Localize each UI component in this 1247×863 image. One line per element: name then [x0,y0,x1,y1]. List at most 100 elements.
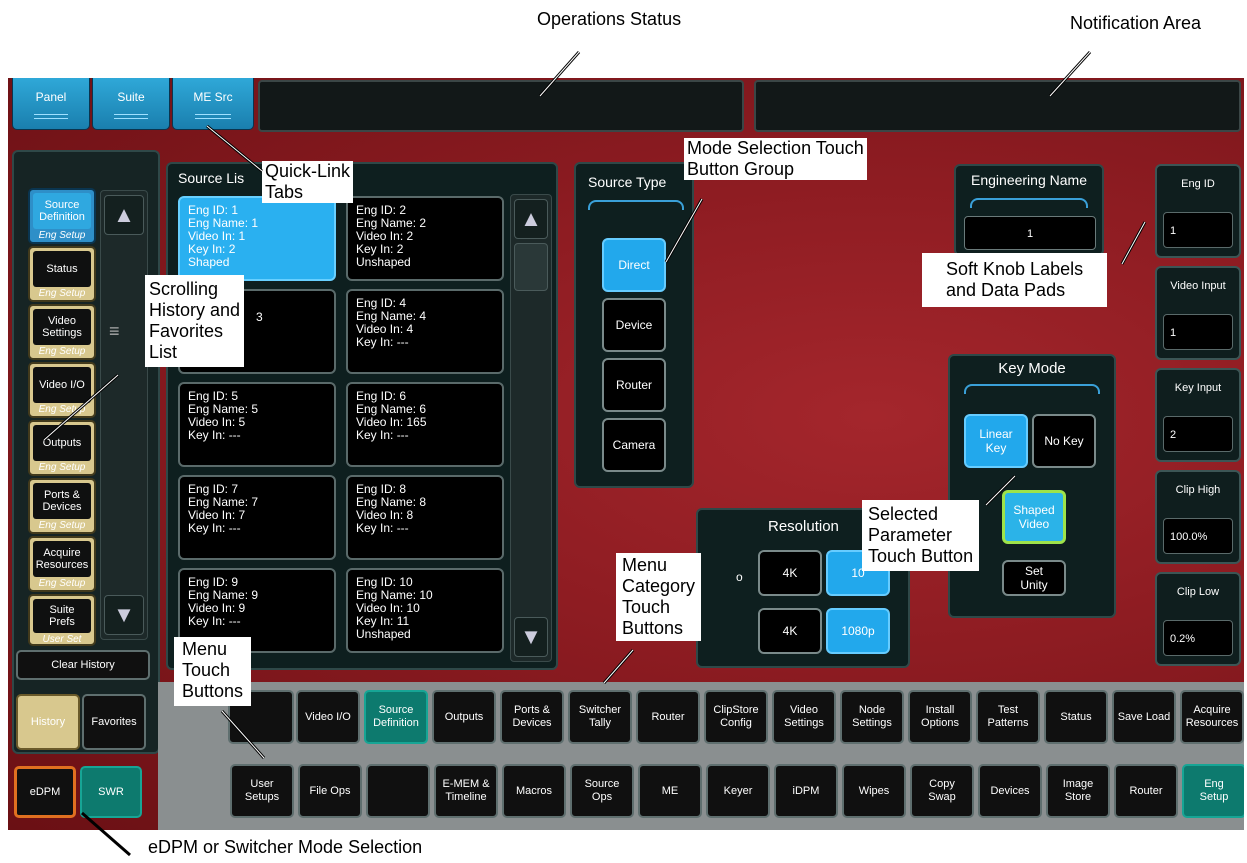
resolution-1080p-button[interactable]: 1080p [826,608,890,654]
operations-status-bar [258,80,744,132]
menu-keyer[interactable]: Keyer [706,764,770,818]
soft-knob-clip-low[interactable]: Clip Low 0.2% [1155,572,1241,666]
history-item-suite-prefs[interactable]: Suite Prefs User Set [28,594,96,646]
soft-knob-callout: Soft Knob Labels and Data Pads [922,253,1108,307]
menu-copy-swap[interactable]: Copy Swap [910,764,974,818]
source-button-10[interactable]: Eng ID: 10 Eng Name: 10 Video In: 10 Key… [346,568,504,653]
menu-category-source-definition[interactable]: Source Definition [364,690,428,744]
history-tab[interactable]: History [16,694,80,750]
menu-category-install-options[interactable]: Install Options [908,690,972,744]
source-scroll-down-icon[interactable]: ▼ [514,617,548,657]
history-item-ports-devices[interactable]: Ports & Devices Eng Setup [28,478,96,534]
edpm-mode-button[interactable]: eDPM [14,766,76,818]
key-none-button[interactable]: No Key [1032,414,1096,468]
history-item-source-definition[interactable]: Source Definition Eng Setup [28,188,96,244]
soft-knob-video-input[interactable]: Video Input 1 [1155,266,1241,360]
menu-ememory-timeline[interactable]: E-MEM & Timeline [434,764,498,818]
engineering-name-field[interactable]: 1 [964,216,1096,250]
notification-area-bar [754,80,1241,132]
menu-wipes[interactable]: Wipes [842,764,906,818]
menu-screen: Panel Suite ME Src Source Definition Eng… [8,78,1244,830]
menu-devices[interactable]: Devices [978,764,1042,818]
scroll-down-icon[interactable]: ▼ [104,595,144,635]
history-item-outputs[interactable]: Outputs Eng Setup [28,420,96,476]
history-scrollbar[interactable]: ▲ ≡ ▼ [100,190,148,640]
source-type-title: Source Type [588,174,667,190]
source-button-1[interactable]: Eng ID: 1 Eng Name: 1 Video In: 1 Key In… [178,196,336,281]
source-button-6[interactable]: Eng ID: 6 Eng Name: 6 Video In: 165 Key … [346,382,504,467]
source-list-scrollbar[interactable]: ▲ ▼ [510,194,552,662]
source-list-title: Source Lis [178,170,245,186]
menu-category-router[interactable]: Router [636,690,700,744]
menu-category-test-patterns[interactable]: Test Patterns [976,690,1040,744]
menu-category-outputs[interactable]: Outputs [432,690,496,744]
key-linear-button[interactable]: Linear Key [964,414,1028,468]
tab-panel[interactable]: Panel [12,78,90,130]
edpm-mode-label: eDPM or Switcher Mode Selection [148,837,423,857]
menu-category-status[interactable]: Status [1044,690,1108,744]
menu-macros[interactable]: Macros [502,764,566,818]
clear-history-button[interactable]: Clear History [16,650,150,680]
notification-area-label: Notification Area [1070,13,1202,33]
source-scroll-up-icon[interactable]: ▲ [514,199,548,239]
soft-knob-clip-high[interactable]: Clip High 100.0% [1155,470,1241,564]
menu-category-callout: Menu Category Touch Buttons [616,553,702,641]
history-item-status[interactable]: Status Eng Setup [28,246,96,302]
source-type-camera-button[interactable]: Camera [602,418,666,472]
menu-me[interactable]: ME [638,764,702,818]
soft-knob-label: Key Input [1174,382,1222,394]
source-type-direct-button[interactable]: Direct [602,238,666,292]
data-pad[interactable]: 2 [1163,416,1233,452]
menu-category-clipstore-config[interactable]: ClipStore Config [704,690,768,744]
history-item-video-io[interactable]: Video I/O Eng Setup [28,362,96,418]
soft-knob-label: Eng ID [1181,178,1215,190]
source-type-router-button[interactable]: Router [602,358,666,412]
engineering-name-title: Engineering Name [971,172,1087,188]
favorites-tab[interactable]: Favorites [82,694,146,750]
menu-category-ports-devices[interactable]: Ports & Devices [500,690,564,744]
tab-me-src[interactable]: ME Src [172,78,254,130]
resolution-title: Resolution [768,518,839,535]
menu-blank[interactable] [366,764,430,818]
menu-category-save-load[interactable]: Save Load [1112,690,1176,744]
source-button-7[interactable]: Eng ID: 7 Eng Name: 7 Video In: 7 Key In… [178,475,336,560]
history-item-video-settings[interactable]: Video Settings Eng Setup [28,304,96,360]
data-pad[interactable]: 1 [1163,212,1233,248]
menu-image-store[interactable]: Image Store [1046,764,1110,818]
history-item-acquire-resources[interactable]: Acquire Resources Eng Setup [28,536,96,592]
menu-eng-setup[interactable]: Eng Setup [1182,764,1244,818]
operations-status-label: Operations Status [537,9,682,29]
menu-router[interactable]: Router [1114,764,1178,818]
data-pad[interactable]: 1 [1163,314,1233,350]
quick-link-tabs-callout: Quick-Link Tabs [262,161,354,203]
scroll-up-icon[interactable]: ▲ [104,195,144,235]
menu-idpm[interactable]: iDPM [774,764,838,818]
key-set-unity-button[interactable]: Set Unity [1002,560,1066,596]
menu-touch-callout: Menu Touch Buttons [174,637,252,706]
scroll-thumb-grip-icon[interactable]: ≡ [109,321,120,342]
menu-category-switcher-tally[interactable]: Switcher Tally [568,690,632,744]
data-pad[interactable]: 100.0% [1163,518,1233,554]
key-shaped-video-button[interactable]: Shaped Video [1002,490,1066,544]
key-mode-brace [964,384,1100,394]
soft-knob-eng-id[interactable]: Eng ID 1 [1155,164,1241,258]
source-scroll-thumb[interactable] [514,243,548,291]
resolution-4k-button-2[interactable]: 4K [758,608,822,654]
source-button-8[interactable]: Eng ID: 8 Eng Name: 8 Video In: 8 Key In… [346,475,504,560]
menu-category-video-settings[interactable]: Video Settings [772,690,836,744]
source-type-device-button[interactable]: Device [602,298,666,352]
menu-file-ops[interactable]: File Ops [298,764,362,818]
menu-category-node-settings[interactable]: Node Settings [840,690,904,744]
source-button-4[interactable]: Eng ID: 4 Eng Name: 4 Video In: 4 Key In… [346,289,504,374]
source-button-5[interactable]: Eng ID: 5 Eng Name: 5 Video In: 5 Key In… [178,382,336,467]
soft-knob-key-input[interactable]: Key Input 2 [1155,368,1241,462]
menu-source-ops[interactable]: Source Ops [570,764,634,818]
tab-suite[interactable]: Suite [92,78,170,130]
data-pad[interactable]: 0.2% [1163,620,1233,656]
resolution-4k-button-1[interactable]: 4K [758,550,822,596]
menu-category-acquire-resources[interactable]: Acquire Resources [1180,690,1244,744]
source-button-2[interactable]: Eng ID: 2 Eng Name: 2 Video In: 2 Key In… [346,196,504,281]
menu-category-video-io[interactable]: Video I/O [296,690,360,744]
menu-user-setups[interactable]: User Setups [230,764,294,818]
swr-mode-button[interactable]: SWR [80,766,142,818]
